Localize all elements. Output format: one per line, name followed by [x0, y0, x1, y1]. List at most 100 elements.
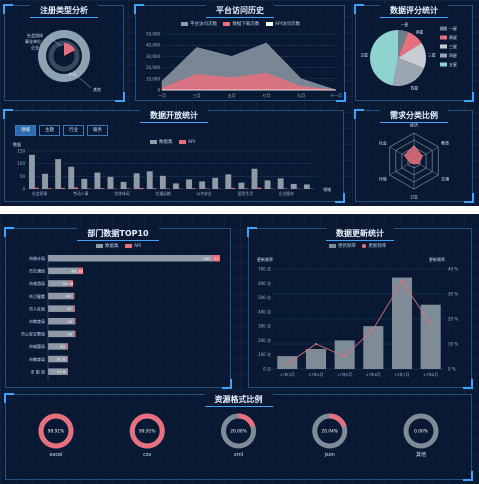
legend-swatch: [440, 53, 447, 58]
bar-dataset: [173, 183, 179, 189]
x-tick-label: 交通运输: [155, 191, 170, 196]
bar-update: [420, 304, 441, 369]
legend-swatch: [440, 44, 447, 49]
y-tick-label: 50: [20, 174, 26, 179]
api-value: 12: [214, 256, 219, 261]
x-tick-label: 社会资源: [32, 191, 47, 196]
bar-dataset: [120, 181, 127, 189]
bar-api: [165, 188, 170, 189]
y-tick-label: 50,000: [146, 32, 160, 37]
bar-api: [257, 187, 262, 189]
legend-label: 四星: [449, 52, 457, 58]
reg-label: 企业: [31, 44, 39, 50]
bar-dataset: [238, 182, 245, 189]
y-left-tick: 700 次: [258, 266, 271, 272]
panel-update-stats: 数据更新统计 更新频率 更新频率 更新频率 更新频率 700 次 600 次 500 次…: [247, 227, 473, 389]
legend-swatch: [440, 26, 447, 31]
bar-api: [205, 188, 209, 189]
bar-dataset: [68, 166, 75, 189]
slice-label: 两星: [416, 29, 424, 34]
legend-label: 三星: [449, 43, 457, 49]
bar-api: [34, 187, 39, 189]
panel-title: 注册类型分析: [30, 5, 98, 18]
bar-api: [126, 188, 131, 189]
x-tick-label: 十一月: [330, 92, 342, 98]
donut-name: json: [324, 452, 335, 458]
donut-percent: 99.91%: [139, 429, 155, 435]
y-right-tick: 40 %: [448, 267, 458, 272]
y-left-tick: 500 次: [258, 294, 271, 300]
y-left-tick: 100 次: [258, 351, 271, 357]
bar-api: [191, 188, 196, 189]
bar-dataset: [159, 175, 166, 189]
registration-donut: 社会团体 事业单位 企业 个人 其他: [25, 30, 101, 92]
line-point: [401, 280, 403, 283]
donut-percent: 99.91%: [48, 429, 64, 435]
radar-label: 卫生: [410, 194, 418, 200]
radar-area: [403, 145, 423, 165]
slice-label: 四星: [411, 85, 419, 90]
line-point: [286, 363, 289, 365]
tab-service[interactable]: 服务: [87, 125, 108, 136]
dept-label: 市旅游局: [29, 280, 45, 286]
bar-dataset: [186, 179, 192, 189]
bar-dataset: [48, 255, 213, 262]
dataset-value: 42: [67, 331, 72, 336]
bar-dataset: [303, 184, 310, 189]
tab-industry[interactable]: 行业: [63, 125, 84, 136]
bar-api: [66, 343, 69, 350]
y-tick-label: 10,000: [146, 76, 160, 81]
line-point: [315, 343, 317, 345]
pie-slice: [369, 30, 398, 86]
bar-api: [47, 188, 52, 189]
bar-api: [283, 188, 288, 189]
dept-label: 市卫健委: [29, 293, 45, 299]
legend-swatch: [329, 243, 336, 248]
bar-api: [74, 330, 76, 338]
panel-access-history: 平台访问历史 平台访问次数 数据下载次数 API访问次数 50,000 40,00…: [134, 4, 346, 102]
y-tick-label: 150: [17, 149, 25, 154]
y-right-tick: 30 %: [448, 292, 458, 297]
slice-label: 五星: [360, 52, 368, 57]
legend-label: 更新频率: [368, 244, 387, 249]
legend-swatch: [150, 139, 157, 144]
x-tick-label: 17年4月: [309, 372, 324, 377]
bar-api: [74, 318, 76, 325]
bar-update: [305, 349, 327, 369]
x-tick-label: 一月: [158, 93, 166, 98]
legend-swatch: [178, 139, 186, 144]
bar-api: [231, 187, 236, 189]
dept-chart: 市统计局 263 12市交通局 48 30市旅游局 34 18市卫健委 40市人社局 41市教育…: [21, 253, 220, 381]
api-value: 30: [78, 268, 83, 273]
slice-label: 一星: [401, 22, 409, 27]
legend-label: 两星: [449, 34, 457, 40]
panel-title: 部门数据TOP10: [77, 228, 159, 241]
legend-label: 平台访问次数: [190, 22, 217, 27]
demand-radar: 经济教育交通卫生环境社会: [379, 122, 449, 200]
bar-dataset: [251, 168, 258, 189]
panel-dept-top10: 部门数据TOP10 数据集 API 市统计局 263 12 市交通局 48 30 市旅游局 3…: [4, 227, 232, 389]
dataset-value: 48: [71, 268, 76, 273]
bar-update: [363, 326, 384, 369]
x-axis-label: 领域: [323, 186, 331, 192]
legend-swatch: [265, 21, 273, 26]
bar-api: [67, 355, 69, 363]
bar-api: [244, 188, 249, 189]
y-right-label: 更新频率: [429, 256, 445, 262]
y-tick-label: 30,000: [146, 54, 160, 59]
y-left-tick: 200 次: [258, 337, 271, 343]
x-tick-label: 九月: [297, 92, 305, 98]
tab-domain[interactable]: 领域: [15, 125, 36, 136]
reg-label: 社会团体: [27, 32, 43, 38]
tab-topic[interactable]: 主题: [39, 125, 60, 136]
dept-label: 市统计局: [29, 255, 45, 261]
bar-update: [277, 356, 298, 369]
dept-label: 市教育局: [29, 356, 45, 362]
bar-api: [73, 305, 75, 312]
legend-label: API: [133, 244, 142, 249]
bar-dataset: [225, 174, 232, 189]
bar-api: [139, 187, 144, 189]
bar-api: [73, 292, 75, 300]
update-legend: 更新频率 更新频率: [324, 243, 386, 249]
dataset-value: 34: [62, 281, 67, 286]
